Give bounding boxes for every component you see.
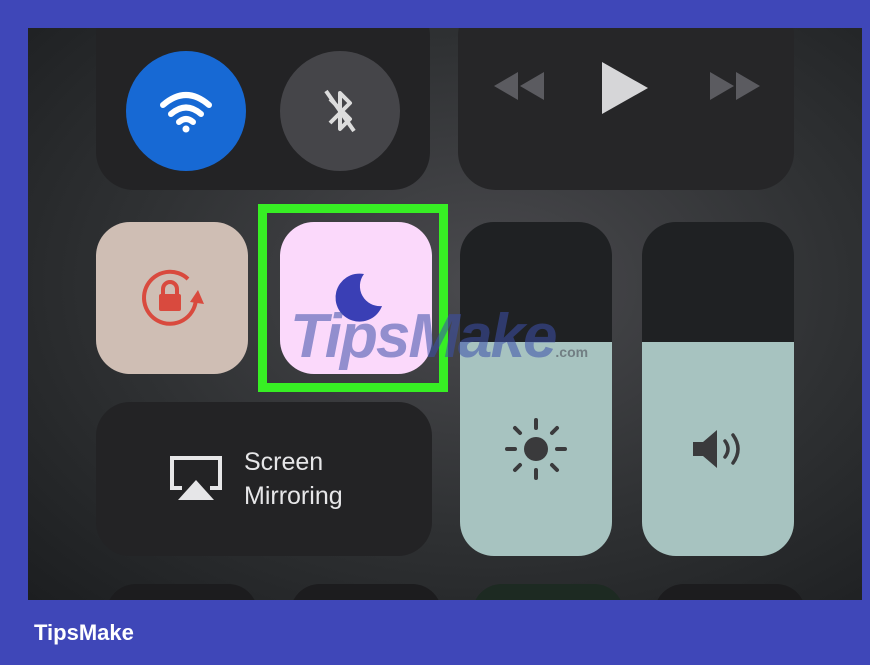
rewind-icon [494, 72, 544, 100]
speaker-icon [693, 430, 740, 469]
rewind-button[interactable] [490, 68, 548, 104]
moon-icon [335, 273, 382, 322]
screen-mirroring-label: Screen Mirroring [244, 448, 343, 510]
control-center: Screen Mirroring TipsMake.com [28, 28, 862, 600]
bottom-tile-2[interactable] [290, 584, 442, 600]
volume-fill [642, 342, 794, 556]
fast-forward-icon [710, 72, 760, 100]
do-not-disturb-toggle[interactable] [280, 222, 432, 374]
bottom-tile-1[interactable] [106, 584, 258, 600]
image-frame: Screen Mirroring TipsMake.com TipsMake [0, 0, 870, 665]
bluetooth-off-icon [324, 89, 356, 133]
footer-bar: TipsMake [0, 600, 870, 665]
rotation-lock-icon [142, 269, 204, 326]
bottom-tile-3[interactable] [472, 584, 624, 600]
brightness-slider[interactable] [460, 222, 612, 556]
play-button[interactable] [598, 60, 650, 116]
fast-forward-button[interactable] [706, 68, 764, 104]
bottom-tile-4[interactable] [654, 584, 806, 600]
airplay-icon [168, 454, 224, 504]
wifi-icon [160, 92, 212, 133]
rotation-lock-toggle[interactable] [96, 222, 248, 374]
connectivity-panel [96, 28, 430, 190]
play-icon [602, 62, 648, 114]
brand-label: TipsMake [34, 620, 134, 645]
wifi-toggle[interactable] [126, 51, 246, 171]
screen-mirroring-button[interactable]: Screen Mirroring [96, 402, 432, 556]
brightness-fill [460, 342, 612, 556]
volume-slider[interactable] [642, 222, 794, 556]
media-panel [458, 28, 794, 190]
bluetooth-toggle[interactable] [280, 51, 400, 171]
sun-icon [505, 418, 567, 481]
